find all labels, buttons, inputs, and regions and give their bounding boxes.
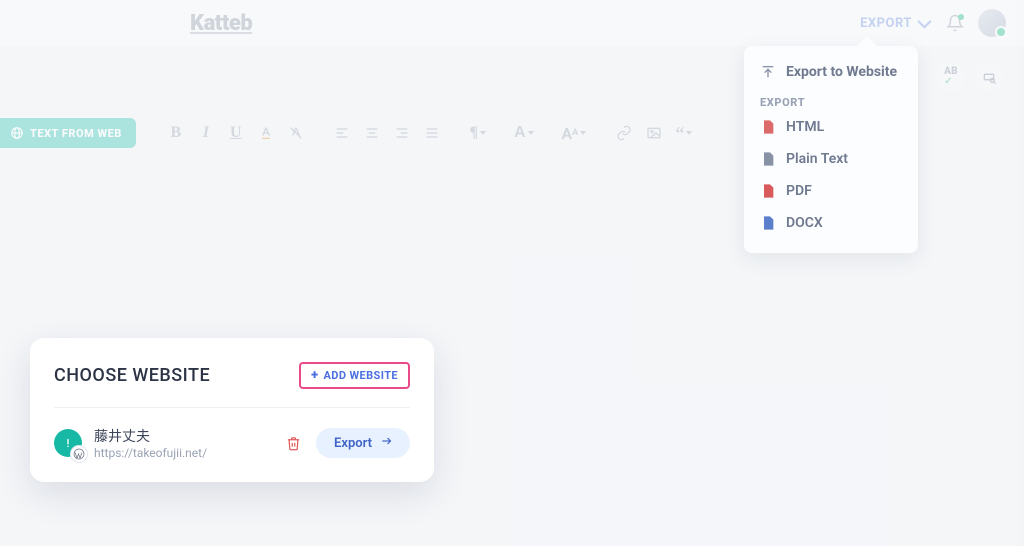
chevron-down-icon xyxy=(480,131,486,135)
align-justify-icon xyxy=(424,125,440,141)
italic-button[interactable]: I xyxy=(192,119,220,147)
file-pdf-icon xyxy=(760,183,776,199)
preview-button[interactable] xyxy=(974,62,1004,92)
site-avatar xyxy=(54,429,82,457)
export-dropdown-menu: Export to Website EXPORT HTML Plain Text… xyxy=(744,46,918,253)
chevron-down-icon xyxy=(580,131,586,135)
editor-toolbar: TEXT FROM WEB B I U ¶ A AA xyxy=(0,118,698,148)
choose-website-modal: CHOOSE WEBSITE + ADD WEBSITE 藤井丈夫 https:… xyxy=(30,338,434,482)
export-to-website-label: Export to Website xyxy=(786,64,897,80)
align-right-button[interactable] xyxy=(388,119,416,147)
clear-format-icon xyxy=(288,125,304,141)
globe-icon xyxy=(10,126,24,140)
wordpress-icon xyxy=(73,448,85,460)
export-pdf-label: PDF xyxy=(786,183,812,199)
logo: Katteb xyxy=(190,11,252,36)
align-center-button[interactable] xyxy=(358,119,386,147)
text-from-web-label: TEXT FROM WEB xyxy=(30,127,122,140)
file-docx-icon xyxy=(760,215,776,231)
notification-dot xyxy=(958,14,964,20)
export-to-website-item[interactable]: Export to Website xyxy=(744,56,918,88)
avatar[interactable] xyxy=(978,9,1006,37)
bold-button[interactable]: B xyxy=(162,119,190,147)
export-html-item[interactable]: HTML xyxy=(744,111,918,143)
chevron-down-icon xyxy=(917,15,931,29)
export-trigger-label: EXPORT xyxy=(860,16,912,31)
wordpress-badge xyxy=(71,446,87,462)
paragraph-button[interactable]: ¶ xyxy=(464,119,492,147)
font-size-large: A xyxy=(561,124,572,143)
notifications-button[interactable] xyxy=(946,14,964,32)
printer-search-icon xyxy=(981,69,997,85)
align-center-icon xyxy=(364,125,380,141)
underline-button[interactable]: U xyxy=(222,119,250,147)
text-color-icon xyxy=(258,125,274,141)
image-button[interactable] xyxy=(640,119,668,147)
text-from-web-button[interactable]: TEXT FROM WEB xyxy=(0,118,136,148)
chevron-down-icon xyxy=(528,131,534,135)
upload-icon xyxy=(760,64,776,80)
align-justify-button[interactable] xyxy=(418,119,446,147)
link-icon xyxy=(616,125,632,141)
proofread-button[interactable]: AB✓ xyxy=(936,62,966,92)
site-url: https://takeofujii.net/ xyxy=(94,446,270,460)
scrollbar[interactable] xyxy=(1012,0,1024,546)
add-website-button[interactable]: + ADD WEBSITE xyxy=(299,362,410,389)
export-site-button[interactable]: Export xyxy=(316,428,410,458)
export-plaintext-label: Plain Text xyxy=(786,151,848,167)
export-section-label: EXPORT xyxy=(744,88,918,111)
website-row: 藤井丈夫 https://takeofujii.net/ Export xyxy=(54,408,410,460)
export-dropdown-trigger[interactable]: EXPORT xyxy=(860,16,928,31)
font-size-small: A xyxy=(572,128,578,138)
align-right-icon xyxy=(394,125,410,141)
font-highlight-button[interactable]: A xyxy=(510,119,538,147)
export-docx-label: DOCX xyxy=(786,215,823,231)
file-text-icon xyxy=(760,151,776,167)
align-left-button[interactable] xyxy=(328,119,356,147)
delete-site-button[interactable] xyxy=(282,432,304,454)
modal-header: CHOOSE WEBSITE + ADD WEBSITE xyxy=(54,362,410,408)
export-site-label: Export xyxy=(334,436,372,451)
link-button[interactable] xyxy=(610,119,638,147)
export-pdf-item[interactable]: PDF xyxy=(744,175,918,207)
ab-check-icon: AB✓ xyxy=(944,67,958,87)
align-left-icon xyxy=(334,125,350,141)
export-plaintext-item[interactable]: Plain Text xyxy=(744,143,918,175)
quote-button[interactable]: “ xyxy=(670,119,698,147)
export-html-label: HTML xyxy=(786,119,824,135)
font-size-button[interactable]: AA xyxy=(556,119,592,147)
export-docx-item[interactable]: DOCX xyxy=(744,207,918,239)
text-color-button[interactable] xyxy=(252,119,280,147)
add-website-label: ADD WEBSITE xyxy=(324,369,399,382)
clear-format-button[interactable] xyxy=(282,119,310,147)
site-name: 藤井丈夫 xyxy=(94,426,270,446)
modal-title: CHOOSE WEBSITE xyxy=(54,365,210,386)
image-icon xyxy=(646,125,662,141)
site-info: 藤井丈夫 https://takeofujii.net/ xyxy=(94,426,270,460)
trash-icon xyxy=(286,436,301,451)
file-html-icon xyxy=(760,119,776,135)
arrow-right-icon xyxy=(380,434,394,452)
chevron-down-icon xyxy=(686,131,692,135)
